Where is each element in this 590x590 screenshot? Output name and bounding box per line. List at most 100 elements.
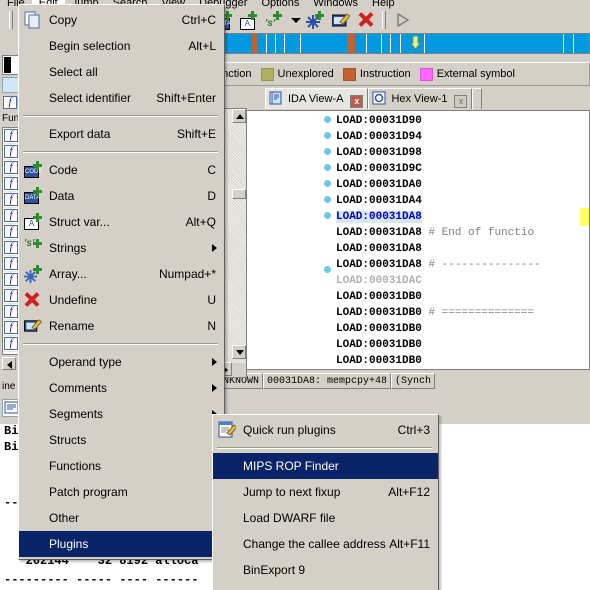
strings-icon[interactable]: 's' [264,10,284,30]
disassembly-line[interactable]: LOAD:00031DB0 [336,289,589,305]
menu-item-begin-selection[interactable]: Begin selection Alt+L [19,33,224,59]
disassembly-line[interactable]: LOAD:00031DB0 # ============== [336,305,589,321]
comment-text: # End of functio [428,227,535,239]
menu-item-rename[interactable]: Rename N [19,313,224,339]
menu-item-operand-type[interactable]: Operand type [19,349,224,375]
menu-item-binexport-9[interactable]: BinExport 9 [213,557,438,583]
disassembly-line[interactable]: LOAD:00031DA4 [336,193,589,209]
struct-var-icon[interactable]: A [239,10,259,30]
make-code-icon: CODE [24,161,42,179]
disassembly-line[interactable]: LOAD:00031D94 [336,129,589,145]
menu-item-strings[interactable]: 's' Strings [19,235,224,261]
menu-item-change-the-callee-address[interactable]: Change the callee address Alt+F11 [213,531,438,557]
disassembly-line[interactable]: LOAD:00031DA0 [336,177,589,193]
disassembly-line[interactable]: LOAD:00031DA8 # End of functio [336,225,589,241]
toolbar-grip[interactable] [382,11,387,29]
menu-item-export-data[interactable]: Export data Shift+E [19,121,224,147]
disassembly-line[interactable]: LOAD:00031D90 [336,113,589,129]
disassembly-line-current[interactable]: LOAD:00031DA8 [336,209,589,225]
functions-hscroll-left[interactable] [2,357,16,370]
menu-item-structs[interactable]: Structs [19,427,224,453]
address-text: LOAD:00031DB0 [336,355,422,367]
function-icon: f [4,272,18,286]
toolbar-grip[interactable] [9,11,14,29]
quick-run-icon [218,421,238,439]
menu-item-select-all[interactable]: Select all [19,59,224,85]
arrow-dot-icon [324,212,331,219]
menu-options[interactable]: Options [254,0,306,9]
menu-item-label: Structs [49,433,87,447]
address-text: LOAD:00031DA4 [336,195,422,207]
arrow-dot-icon [324,196,331,203]
menu-help[interactable]: Help [365,0,402,9]
tab-more[interactable] [472,88,483,109]
legend-swatch-instruction [342,67,356,81]
menu-item-plugins[interactable]: Plugins [19,531,224,557]
disassembly-view[interactable]: LOAD:00031D90 LOAD:00031D94 LOAD:00031D9… [213,110,590,370]
menu-item-undefine[interactable]: Undefine U [19,287,224,313]
arrow-dot-icon [324,180,331,187]
navigation-band[interactable] [213,33,590,54]
menu-item-array[interactable]: Array... Numpad+* [19,261,224,287]
dropdown-arrow-icon[interactable] [289,10,301,30]
menu-item-functions[interactable]: Functions [19,453,224,479]
menu-item-quick-run-plugins[interactable]: Quick run plugins Ctrl+3 [213,417,438,443]
function-icon: f [4,208,18,222]
rename-icon[interactable] [331,10,351,30]
address-text: LOAD:00031D9C [336,163,422,175]
highlight-marker [580,208,589,226]
menu-windows[interactable]: Windows [306,0,365,9]
menu-item-label: Quick run plugins [243,423,336,437]
menu-item-accel: Ctrl+3 [397,423,430,437]
menu-item-label: Struct var... [49,215,110,229]
strings-icon: 's' [24,238,42,257]
menu-item-accel: N [207,319,216,333]
menu-item-label: Begin selection [49,39,131,53]
menu-separator [23,343,218,345]
menu-item-load-dwarf-file[interactable]: Load DWARF file [213,505,438,531]
menu-item-code[interactable]: CODE Code C [19,157,224,183]
vertical-scrollbar-thumb[interactable] [232,189,246,199]
scroll-up-button[interactable] [232,109,246,123]
array-icon[interactable] [306,10,326,30]
menu-item-accel: D [207,189,216,203]
edit-menu-popup[interactable]: Copy Ctrl+C Begin selection Alt+L Select… [18,4,225,560]
undefine-icon [24,291,42,309]
disassembly-line[interactable]: LOAD:00031DB0 [336,321,589,337]
scroll-down-button[interactable] [232,345,246,359]
menu-item-select-identifier[interactable]: Select identifier Shift+Enter [19,85,224,111]
menu-item-jump-to-next-fixup[interactable]: Jump to next fixup Alt+F12 [213,479,438,505]
menu-separator [23,115,218,117]
legend-label-instruction: Instruction [359,68,411,80]
menu-item-copy[interactable]: Copy Ctrl+C [19,7,224,33]
rename-icon [24,317,43,335]
tab-hex-view-1[interactable]: Hex View-1 x [368,88,473,109]
plugins-submenu-popup[interactable]: Quick run plugins Ctrl+3 MIPS ROP Finder… [212,414,439,590]
disassembly-line[interactable]: LOAD:00031DA8 # --------------- [336,257,589,273]
arrow-dot-icon [324,132,331,139]
disassembly-line[interactable]: LOAD:00031DB0 [336,353,589,369]
address-text: LOAD:00031D90 [336,115,422,127]
disassembly-line[interactable]: LOAD:00031D9C [336,161,589,177]
tab-close-icon[interactable]: x [350,95,364,108]
menu-item-comments[interactable]: Comments [19,375,224,401]
disassembly-line[interactable]: LOAD:00031DAC [336,273,589,289]
undefine-icon[interactable] [356,10,376,30]
disassembly-line[interactable]: LOAD:00031DA8 [336,241,589,257]
menu-item-label: BinExport 9 [243,563,306,577]
tab-close-icon[interactable]: x [454,95,468,108]
comment-text: # --------------- [428,259,541,271]
menu-item-struct-var[interactable]: A Struct var... Alt+Q [19,209,224,235]
disassembly-line[interactable]: LOAD:00031DB0 [336,337,589,353]
menu-item-patch-program[interactable]: Patch program [19,479,224,505]
menu-item-mips-rop-finder[interactable]: MIPS ROP Finder [213,453,438,479]
disassembly-line[interactable]: LOAD:00031D98 [336,145,589,161]
menu-item-label: Plugins [49,537,89,551]
menu-item-other[interactable]: Other [19,505,224,531]
run-icon[interactable] [392,10,412,30]
menu-item-accel: Numpad+* [158,267,216,281]
tab-ida-view-a[interactable]: IDA View-A x [265,88,369,109]
menu-item-bindiff-4-3[interactable]: BinDiff 4.3 Ctrl+6 [213,583,438,590]
menu-item-data[interactable]: DATA Data D [19,183,224,209]
menu-item-segments[interactable]: Segments [19,401,224,427]
